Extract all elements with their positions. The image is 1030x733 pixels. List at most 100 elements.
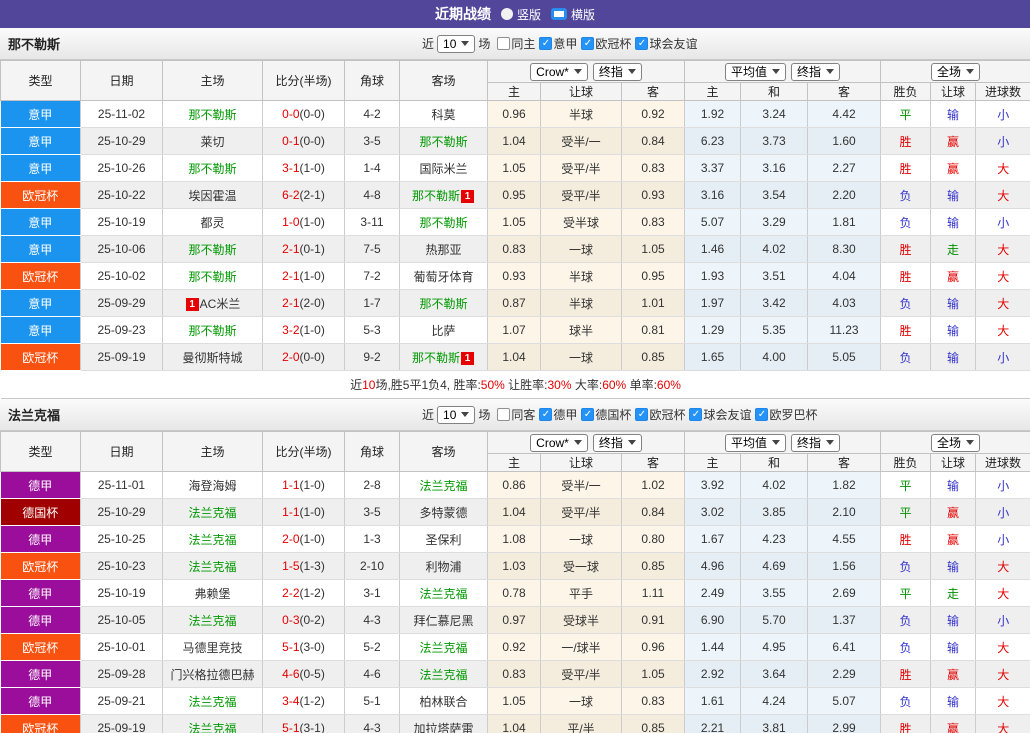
match-date: 25-10-06 xyxy=(80,235,163,263)
match-count-select[interactable]: 10 xyxy=(437,405,476,424)
odds-handicap: 一球 xyxy=(540,687,622,715)
col-avg-draw: 和 xyxy=(740,453,808,472)
match-date: 25-09-19 xyxy=(80,714,163,733)
filter-checkbox[interactable]: ✓ 欧冠杯 xyxy=(635,406,685,423)
team-name-text: 那不勒斯 xyxy=(419,134,468,149)
radio-icon-unselected[interactable] xyxy=(500,8,513,20)
avg-draw: 4.69 xyxy=(740,552,808,580)
filter-checkbox[interactable]: 同客 xyxy=(497,406,535,423)
filter-checkbox[interactable]: ✓ 意甲 xyxy=(539,35,577,52)
filter-checkbox[interactable]: 同主 xyxy=(497,35,535,52)
result-handicap: 输 xyxy=(930,100,977,128)
away-team: 利物浦 xyxy=(399,552,488,580)
team-name-text: 埃因霍温 xyxy=(188,188,237,203)
checkbox-unchecked-icon[interactable] xyxy=(497,408,511,421)
away-team: 柏林联合 xyxy=(399,687,488,715)
filter-checkbox[interactable]: ✓ 德国杯 xyxy=(581,406,631,423)
result-outcome: 平 xyxy=(880,579,932,607)
checkbox-checked-icon[interactable]: ✓ xyxy=(755,408,769,421)
odds-time-select[interactable]: 终指 xyxy=(592,62,642,81)
team-name: 法兰克福 xyxy=(8,408,61,423)
avg-away: 2.99 xyxy=(807,714,882,733)
score-cell: 0-0(0-0) xyxy=(262,100,345,128)
corners: 1-4 xyxy=(344,154,400,182)
avg-away: 2.20 xyxy=(807,181,882,209)
halftime-score: (1-0) xyxy=(299,161,325,175)
fulltime-score: 1-5 xyxy=(282,559,300,573)
avg-home: 1.65 xyxy=(684,343,741,371)
avg-time-select[interactable]: 终指 xyxy=(791,433,841,452)
avg-home: 1.97 xyxy=(684,289,741,317)
checkbox-label: 意甲 xyxy=(553,37,578,51)
checkbox-checked-icon[interactable]: ✓ xyxy=(689,408,703,421)
odds-home: 0.92 xyxy=(487,633,541,661)
odds-away: 0.80 xyxy=(621,525,685,553)
result-handicap: 赢 xyxy=(930,154,977,182)
checkbox-checked-icon[interactable]: ✓ xyxy=(581,408,595,421)
away-team: 葡萄牙体育 xyxy=(399,262,488,290)
scope-select[interactable]: 全场 xyxy=(931,433,981,452)
avg-time-select[interactable]: 终指 xyxy=(791,62,841,81)
col-odds-home: 主 xyxy=(487,453,541,472)
result-handicap: 输 xyxy=(930,471,977,499)
filter-checkbox[interactable]: ✓ 欧冠杯 xyxy=(581,35,631,52)
filter-checkbox[interactable]: ✓ 德甲 xyxy=(539,406,577,423)
team-name-text: 那不勒斯 xyxy=(419,296,468,311)
odds-provider-select[interactable]: Crow* xyxy=(530,62,588,81)
odds-away: 0.93 xyxy=(621,181,685,209)
match-date: 25-09-23 xyxy=(80,316,163,344)
corners: 4-3 xyxy=(344,606,400,634)
fulltime-score: 1-1 xyxy=(282,505,300,519)
checkbox-label: 同主 xyxy=(511,37,536,51)
team-name-text: 弗赖堡 xyxy=(194,586,231,601)
score-cell: 1-1(1-0) xyxy=(262,471,345,499)
radio-horizontal-layout[interactable]: 横版 xyxy=(551,6,595,23)
match-row: 德甲 25-11-01 海登海姆 1-1(1-0) 2-8 法兰克福 0.86 … xyxy=(0,471,1030,499)
scope-select[interactable]: 全场 xyxy=(931,62,981,81)
match-row: 意甲 25-11-02 那不勒斯 0-0(0-0) 4-2 科莫 0.96 半球… xyxy=(0,100,1030,128)
home-team: 都灵 xyxy=(162,208,263,236)
filter-checkbox[interactable]: ✓ 欧罗巴杯 xyxy=(755,406,817,423)
radio-vertical-layout[interactable]: 竖版 xyxy=(500,6,541,23)
away-team: 拜仁慕尼黑 xyxy=(399,606,488,634)
match-date: 25-10-19 xyxy=(80,579,163,607)
avg-away: 1.82 xyxy=(807,471,882,499)
radio-icon-selected[interactable] xyxy=(551,8,567,20)
fulltime-score: 2-0 xyxy=(282,350,300,364)
avg-select[interactable]: 平均值 xyxy=(724,62,786,81)
avg-home: 6.90 xyxy=(684,606,741,634)
chevron-down-icon xyxy=(573,69,582,74)
col-odds-home: 主 xyxy=(487,82,541,101)
filter-checkbox[interactable]: ✓ 球会友谊 xyxy=(689,406,751,423)
match-count-select[interactable]: 10 xyxy=(437,34,476,53)
checkbox-checked-icon[interactable]: ✓ xyxy=(539,408,553,421)
halftime-score: (1-0) xyxy=(299,505,325,519)
checkbox-checked-icon[interactable]: ✓ xyxy=(581,37,595,50)
score-cell: 2-0(1-0) xyxy=(262,525,345,553)
checkbox-label: 欧冠杯 xyxy=(649,408,686,422)
match-date: 25-09-29 xyxy=(80,289,163,317)
checkbox-checked-icon[interactable]: ✓ xyxy=(635,408,649,421)
team-name-text: 国际米兰 xyxy=(419,161,468,176)
chevron-down-icon xyxy=(826,440,835,445)
checkbox-unchecked-icon[interactable] xyxy=(497,37,511,50)
odds-home: 0.93 xyxy=(487,262,541,290)
result-outcome: 胜 xyxy=(880,660,932,688)
odds-time-select[interactable]: 终指 xyxy=(592,433,642,452)
odds-provider-select[interactable]: Crow* xyxy=(530,433,588,452)
avg-away: 5.07 xyxy=(807,687,882,715)
league-badge: 欧冠杯 xyxy=(0,714,81,733)
col-date: 日期 xyxy=(80,60,163,101)
avg-select[interactable]: 平均值 xyxy=(724,433,786,452)
result-goals: 小 xyxy=(975,127,1030,155)
away-team: 那不勒斯 xyxy=(399,208,488,236)
checkbox-checked-icon[interactable]: ✓ xyxy=(635,37,649,50)
filter-checkbox[interactable]: ✓ 球会友谊 xyxy=(635,35,697,52)
result-outcome: 负 xyxy=(880,687,932,715)
result-handicap: 输 xyxy=(930,687,977,715)
away-team: 科莫 xyxy=(399,100,488,128)
league-badge: 欧冠杯 xyxy=(0,262,81,290)
checkbox-checked-icon[interactable]: ✓ xyxy=(539,37,553,50)
home-team: 法兰克福 xyxy=(162,687,263,715)
away-team: 国际米兰 xyxy=(399,154,488,182)
